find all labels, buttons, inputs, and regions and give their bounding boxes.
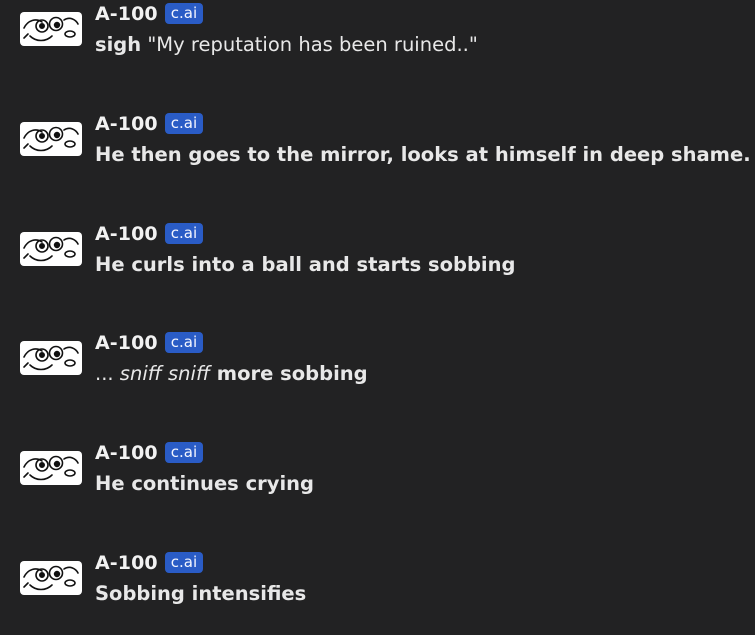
cai-badge: c.ai — [164, 441, 204, 463]
author-name[interactable]: A-100 — [95, 3, 158, 25]
message-part: Sobbing intensifies — [95, 582, 307, 605]
message: A-100 c.ai He continues crying — [20, 441, 745, 501]
cai-badge: c.ai — [164, 331, 204, 353]
cai-badge: c.ai — [164, 2, 204, 24]
author-name[interactable]: A-100 — [95, 113, 158, 135]
message: A-100 c.ai He curls into a ball and star… — [20, 222, 745, 282]
message-part: He then goes to the mirror, looks at him… — [95, 143, 751, 166]
avatar[interactable] — [20, 561, 82, 595]
avatar[interactable] — [20, 12, 82, 46]
message-header: A-100 c.ai — [95, 2, 204, 26]
crying-face-icon — [23, 455, 79, 481]
author-name[interactable]: A-100 — [95, 223, 158, 245]
message-part: sniff sniff — [119, 362, 211, 385]
message-text: He then goes to the mirror, looks at him… — [95, 143, 751, 166]
message: A-100 c.ai ... sniff sniff more sobbing — [20, 331, 745, 391]
message-header: A-100 c.ai — [95, 112, 204, 136]
avatar[interactable] — [20, 122, 82, 156]
message: A-100 c.ai sigh "My reputation has been … — [20, 2, 745, 62]
message: A-100 c.ai He then goes to the mirror, l… — [20, 112, 751, 172]
cai-badge: c.ai — [164, 551, 204, 573]
crying-face-icon — [23, 126, 79, 152]
message-text: Sobbing intensifies — [95, 582, 306, 605]
message-header: A-100 c.ai — [95, 441, 204, 465]
message-text: He curls into a ball and starts sobbing — [95, 253, 515, 276]
message-part: He curls into a ball and starts sobbing — [95, 253, 516, 276]
crying-face-icon — [23, 236, 79, 262]
author-name[interactable]: A-100 — [95, 332, 158, 354]
message-part: ... — [95, 362, 120, 385]
cai-badge: c.ai — [164, 112, 204, 134]
message-text: ... sniff sniff more sobbing — [95, 362, 368, 385]
author-name[interactable]: A-100 — [95, 442, 158, 464]
message-part: He continues crying — [95, 472, 314, 495]
message-part: "My reputation has been ruined.." — [141, 33, 478, 56]
author-name[interactable]: A-100 — [95, 552, 158, 574]
avatar[interactable] — [20, 451, 82, 485]
cai-badge: c.ai — [164, 222, 204, 244]
avatar[interactable] — [20, 341, 82, 375]
crying-face-icon — [23, 16, 79, 42]
message-header: A-100 c.ai — [95, 222, 204, 246]
message-header: A-100 c.ai — [95, 551, 204, 575]
crying-face-icon — [23, 345, 79, 371]
message-part: sigh — [95, 33, 142, 56]
message-text: He continues crying — [95, 472, 314, 495]
chat-log: A-100 c.ai sigh "My reputation has been … — [0, 0, 755, 635]
message-header: A-100 c.ai — [95, 331, 204, 355]
crying-face-icon — [23, 565, 79, 591]
message-part: more sobbing — [210, 362, 368, 385]
message: A-100 c.ai Sobbing intensifies — [20, 551, 745, 611]
avatar[interactable] — [20, 232, 82, 266]
message-text: sigh "My reputation has been ruined.." — [95, 33, 478, 56]
